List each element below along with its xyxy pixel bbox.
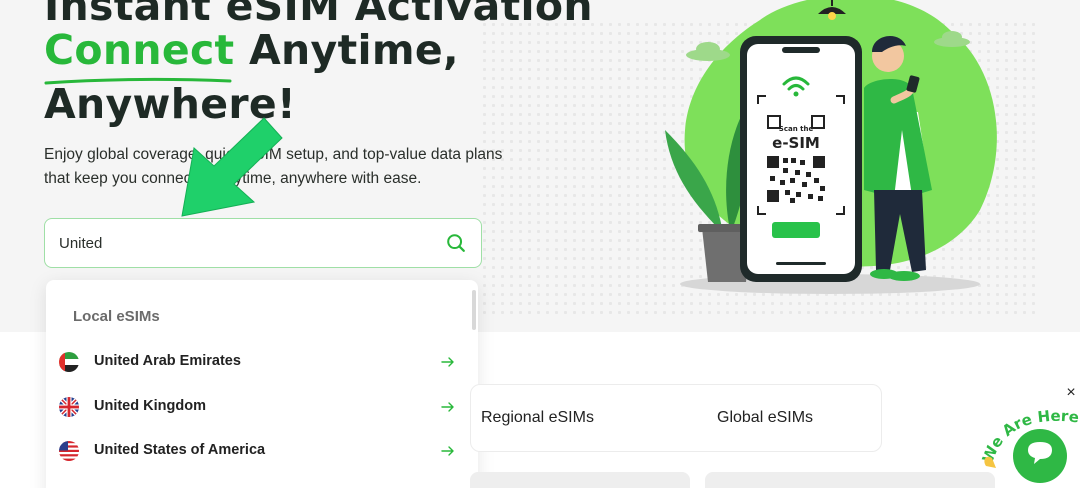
esim-type-tabs: Regional eSIMs Global eSIMs <box>470 384 882 452</box>
esim-illustration: Scan the e-SIM <box>665 0 997 294</box>
tab-global-esims[interactable]: Global eSIMs <box>717 409 813 427</box>
country-name: United Kingdom <box>94 398 206 414</box>
pointer-arrow-icon <box>181 117 283 217</box>
esim-text: e-SIM <box>772 134 820 152</box>
hero-title-line1: Instant eSIM Activation <box>44 0 593 30</box>
close-chat-button[interactable]: × <box>1064 385 1078 401</box>
uae-flag-icon <box>59 352 79 372</box>
chat-widget[interactable]: We Are Here! <box>976 400 1080 488</box>
country-name: United Arab Emirates <box>94 353 241 369</box>
scan-text: Scan the <box>779 125 814 133</box>
plan-card[interactable] <box>705 472 995 488</box>
plan-card[interactable] <box>470 472 690 488</box>
dropdown-scrollbar[interactable] <box>472 290 476 330</box>
search-icon[interactable] <box>445 232 467 254</box>
tab-regional-esims[interactable]: Regional eSIMs <box>481 409 594 427</box>
country-item-usa[interactable]: United States of America <box>46 431 470 471</box>
hero-title-accent: Connect <box>44 26 234 85</box>
arrow-right-icon <box>441 357 454 367</box>
section-title-local-esims: Local eSIMs <box>73 308 160 325</box>
hero-title-line2: Connect Anytime, <box>44 30 459 85</box>
search-input[interactable] <box>59 232 419 254</box>
country-item-uk[interactable]: United Kingdom <box>46 387 470 427</box>
arrow-right-icon <box>441 446 454 456</box>
country-name: United States of America <box>94 442 266 458</box>
search-results-dropdown: Local eSIMs United Arab Emirates United … <box>46 280 478 488</box>
arrow-right-icon <box>441 402 454 412</box>
country-item-uae[interactable]: United Arab Emirates <box>46 342 470 382</box>
uk-flag-icon <box>59 397 79 417</box>
search-box[interactable] <box>44 218 482 268</box>
usa-flag-icon <box>59 441 79 461</box>
